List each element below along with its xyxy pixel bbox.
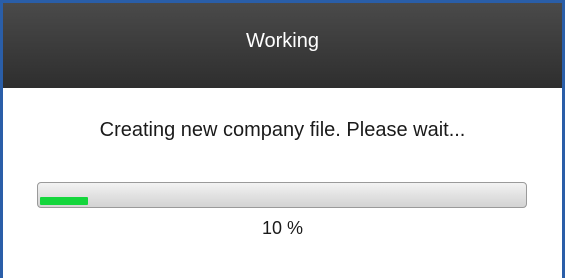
status-message: Creating new company file. Please wait..… bbox=[99, 119, 466, 141]
progress-bar-fill bbox=[40, 197, 88, 205]
progress-percent-label: 10 % bbox=[261, 218, 304, 238]
title-bar: Working bbox=[3, 3, 562, 88]
window-title: Working bbox=[246, 30, 319, 52]
progress-bar bbox=[37, 182, 527, 208]
progress-dialog: Working Creating new company file. Pleas… bbox=[0, 0, 565, 278]
